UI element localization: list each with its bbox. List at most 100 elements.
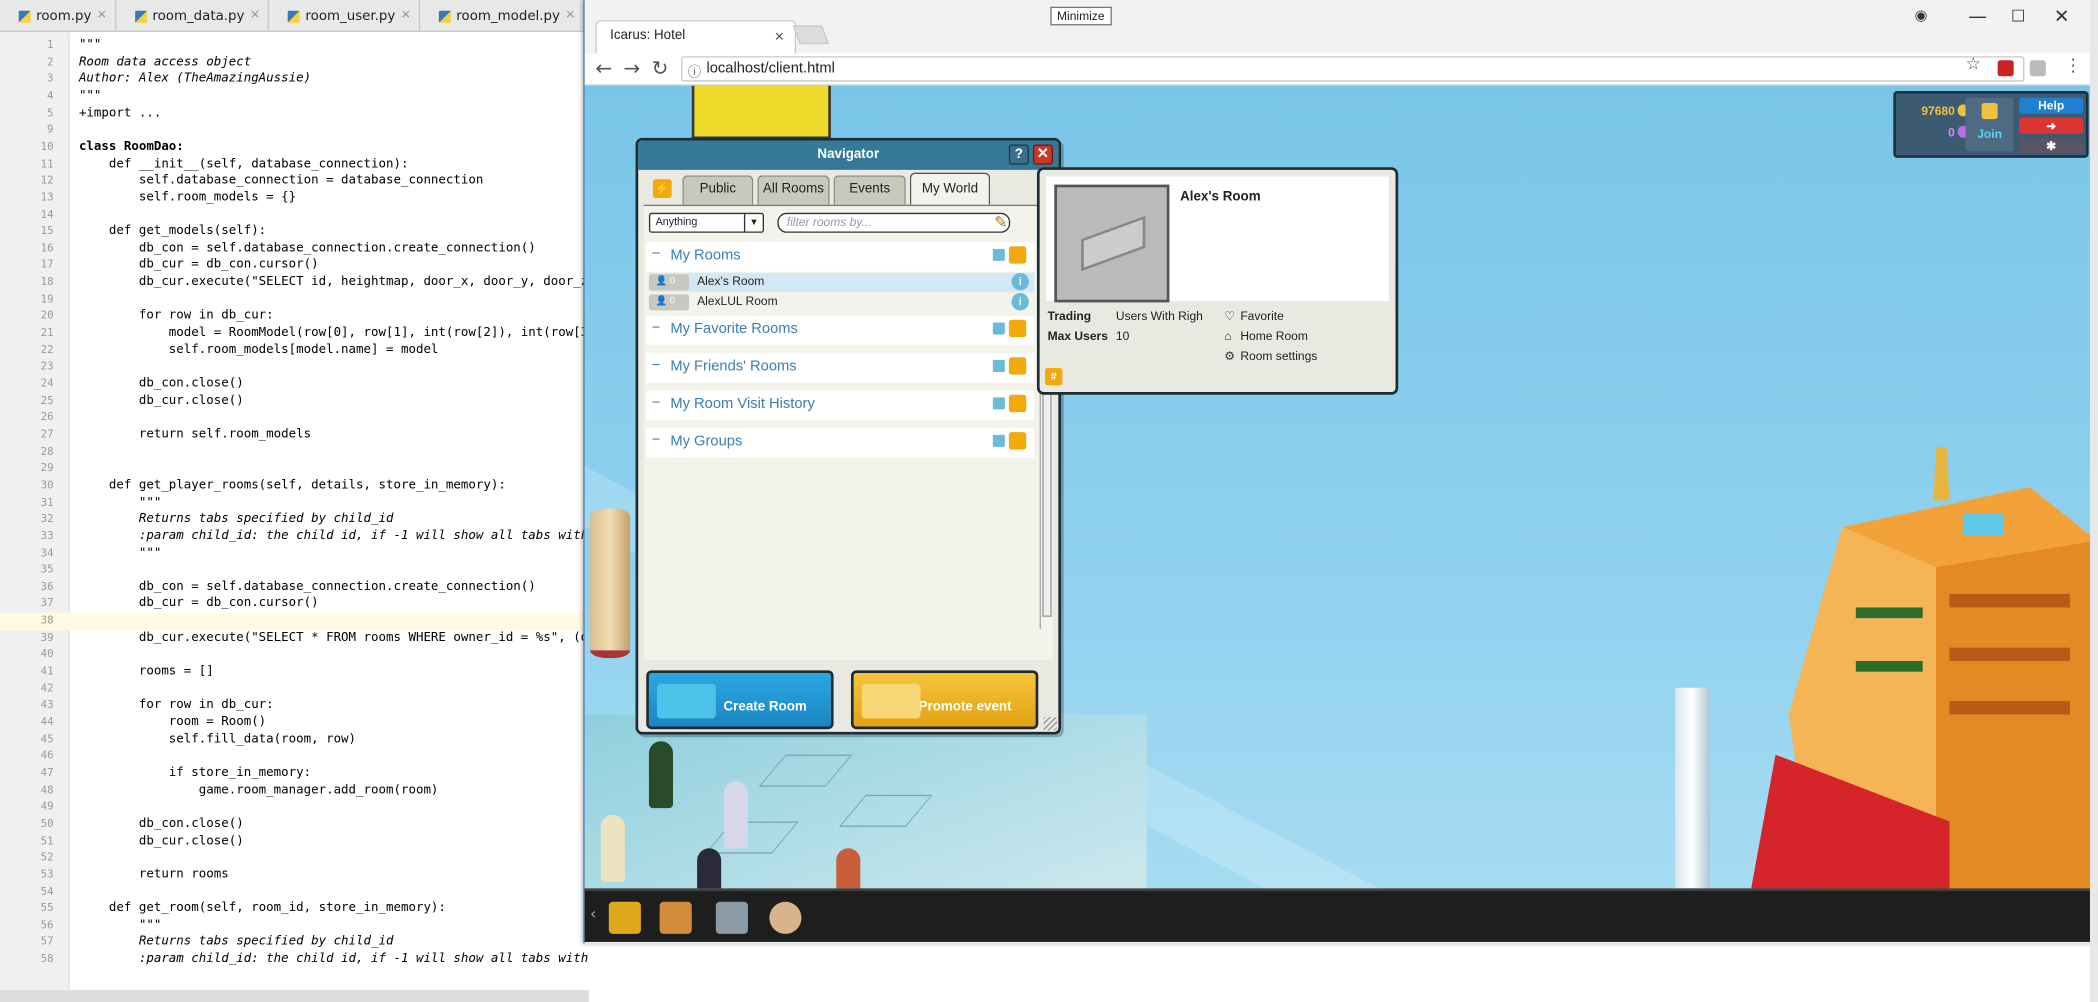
ublock-extension-icon[interactable] <box>1997 60 2014 77</box>
lightning-icon[interactable] <box>1008 432 1027 450</box>
close-tab-icon[interactable]: ✕ <box>401 9 411 22</box>
promote-event-button[interactable]: Promote event <box>850 670 1039 730</box>
collapse-icon[interactable]: − <box>652 320 661 336</box>
code-line: 26 <box>0 410 589 427</box>
room-settings-action[interactable]: ⚙ Room settings <box>1224 349 1317 364</box>
hotel-view-icon[interactable] <box>608 901 641 934</box>
editor-tab[interactable]: room_data.py ✕ <box>116 0 270 31</box>
lightning-icon[interactable]: ⚡ <box>652 179 672 199</box>
create-room-illustration-icon <box>656 683 716 719</box>
join-club-button[interactable]: Join <box>1965 97 2014 152</box>
navigator-icon[interactable] <box>659 901 692 934</box>
new-tab-button[interactable] <box>792 25 829 45</box>
address-bar-url: localhost/client.html <box>706 60 835 77</box>
room-info-icon[interactable]: i <box>1011 293 1029 311</box>
line-number: 11 <box>40 157 54 170</box>
avatar[interactable] <box>723 781 748 849</box>
home-room-action[interactable]: ⌂ Home Room <box>1224 329 1308 342</box>
avatar[interactable] <box>697 848 722 889</box>
back-icon[interactable]: ← <box>595 56 612 80</box>
profile-icon[interactable]: ◉ <box>1915 7 1928 24</box>
line-number: 45 <box>40 732 54 745</box>
room-list-icon[interactable] <box>992 434 1005 447</box>
yellow-billboard <box>691 85 831 140</box>
collapse-icon[interactable]: − <box>652 395 661 411</box>
maximize-button[interactable]: ☐ <box>2011 7 2025 26</box>
navigator-tab-my-world[interactable]: My World <box>909 172 991 205</box>
code-line: 12 self.database_connection = database_c… <box>0 173 589 190</box>
line-number: 18 <box>40 275 54 288</box>
favorite-action[interactable]: ♡ Favorite <box>1224 309 1284 324</box>
navigator-category[interactable]: − My Friends' Rooms <box>646 353 1035 383</box>
editor-tab[interactable]: room_model.py ✕ <box>420 0 585 31</box>
close-tab-icon[interactable]: × <box>775 27 784 46</box>
create-room-button[interactable]: Create Room <box>646 670 834 730</box>
navigator-tab-public[interactable]: Public <box>682 175 754 205</box>
navigator-category[interactable]: − My Room Visit History <box>646 390 1035 421</box>
avatar-profile-icon[interactable] <box>769 901 802 934</box>
room-filter-select[interactable]: Anything ▼ <box>648 212 764 233</box>
browser-tab[interactable]: Icarus: Hotel × <box>595 20 797 54</box>
editor-tab[interactable]: room.py ✕ <box>0 0 117 31</box>
help-button[interactable]: Help <box>2019 97 2084 114</box>
avatar[interactable] <box>600 814 625 882</box>
extension-icon[interactable] <box>2029 60 2046 77</box>
code-editor[interactable]: 1 """ 2 Room data access object 3 Author: Ale… <box>0 32 589 1002</box>
avatar[interactable] <box>836 848 861 889</box>
room-list-icon[interactable] <box>992 397 1005 410</box>
create-room-label: Create Room <box>723 699 807 715</box>
code-line: 48 game.room_manager.add_room(room) <box>0 782 589 799</box>
close-tab-icon[interactable]: ✕ <box>250 9 260 22</box>
room-list-item[interactable]: 👤 0 Alex's Room i <box>648 272 1035 292</box>
editor-tab-label: room_model.py <box>456 8 560 24</box>
address-bar[interactable]: ⓘ localhost/client.html <box>681 56 2025 82</box>
close-tab-icon[interactable]: ✕ <box>565 9 575 22</box>
game-viewport[interactable]: 97680 0 Join Help ➜ ✱ Navigator ? ✕ ⚡ Pu… <box>584 85 2098 889</box>
close-tab-icon[interactable]: ✕ <box>97 9 107 22</box>
editor-tab[interactable]: room_user.py ✕ <box>269 0 421 31</box>
close-window-button[interactable]: ✕ <box>2054 7 2070 28</box>
line-number: 4 <box>47 89 54 102</box>
lightning-icon[interactable] <box>1008 394 1027 413</box>
navigator-category[interactable]: − My Favorite Rooms <box>646 315 1035 346</box>
navigator-help-button[interactable]: ? <box>1008 144 1029 165</box>
reload-icon[interactable]: ↻ <box>652 56 669 80</box>
collapse-icon[interactable]: − <box>652 432 661 448</box>
lightning-icon[interactable] <box>1008 319 1027 338</box>
room-info-popup: Alex's Room Trading Users With Righ Max … <box>1036 167 1399 395</box>
catalog-cart-icon[interactable] <box>715 901 748 934</box>
promote-event-label: Promote event <box>918 699 1012 715</box>
room-list-icon[interactable] <box>992 322 1005 335</box>
forward-icon[interactable]: → <box>624 56 641 80</box>
code-line: 30 def get_player_rooms(self, details, s… <box>0 478 589 495</box>
navigator-category[interactable]: − My Rooms <box>646 242 1035 272</box>
collapse-icon[interactable]: − <box>652 357 661 373</box>
room-list-icon[interactable] <box>992 359 1005 372</box>
code-line: 51 db_cur.close() <box>0 833 589 850</box>
collapse-icon[interactable]: − <box>652 246 661 262</box>
collapse-toolbar-icon[interactable]: ‹ <box>590 904 596 923</box>
room-info-icon[interactable]: i <box>1011 272 1029 291</box>
navigator-tab-events[interactable]: Events <box>833 175 906 205</box>
menu-icon[interactable]: ⋮ <box>2065 56 2082 76</box>
room-tag-button[interactable]: # <box>1044 367 1063 386</box>
navigator-close-button[interactable]: ✕ <box>1032 144 1054 165</box>
pencil-icon[interactable]: ✎ <box>994 213 1007 232</box>
navigator-tab-all-rooms[interactable]: All Rooms <box>757 175 830 205</box>
room-list-icon[interactable] <box>992 248 1005 261</box>
code-line: 11 def __init__(self, database_connectio… <box>0 156 589 173</box>
editor-tab-label: room_data.py <box>152 8 245 24</box>
logout-icon[interactable]: ➜ <box>2019 117 2084 134</box>
settings-gear-icon[interactable]: ✱ <box>2019 137 2084 154</box>
navigator-category[interactable]: − My Groups <box>646 428 1035 458</box>
avatar[interactable] <box>648 741 674 809</box>
lightning-icon[interactable] <box>1008 246 1027 264</box>
site-info-icon[interactable]: ⓘ <box>688 60 701 81</box>
resize-handle[interactable] <box>1043 717 1058 731</box>
minimize-button[interactable]: — <box>1968 7 1987 28</box>
navigator-title[interactable]: Navigator <box>638 140 1059 170</box>
room-list-item[interactable]: 👤 0 AlexLUL Room i <box>648 293 1034 312</box>
room-filter-input[interactable]: filter rooms by... <box>777 212 1011 233</box>
bookmark-star-icon[interactable]: ☆ <box>1966 55 1982 75</box>
lightning-icon[interactable] <box>1008 357 1027 375</box>
